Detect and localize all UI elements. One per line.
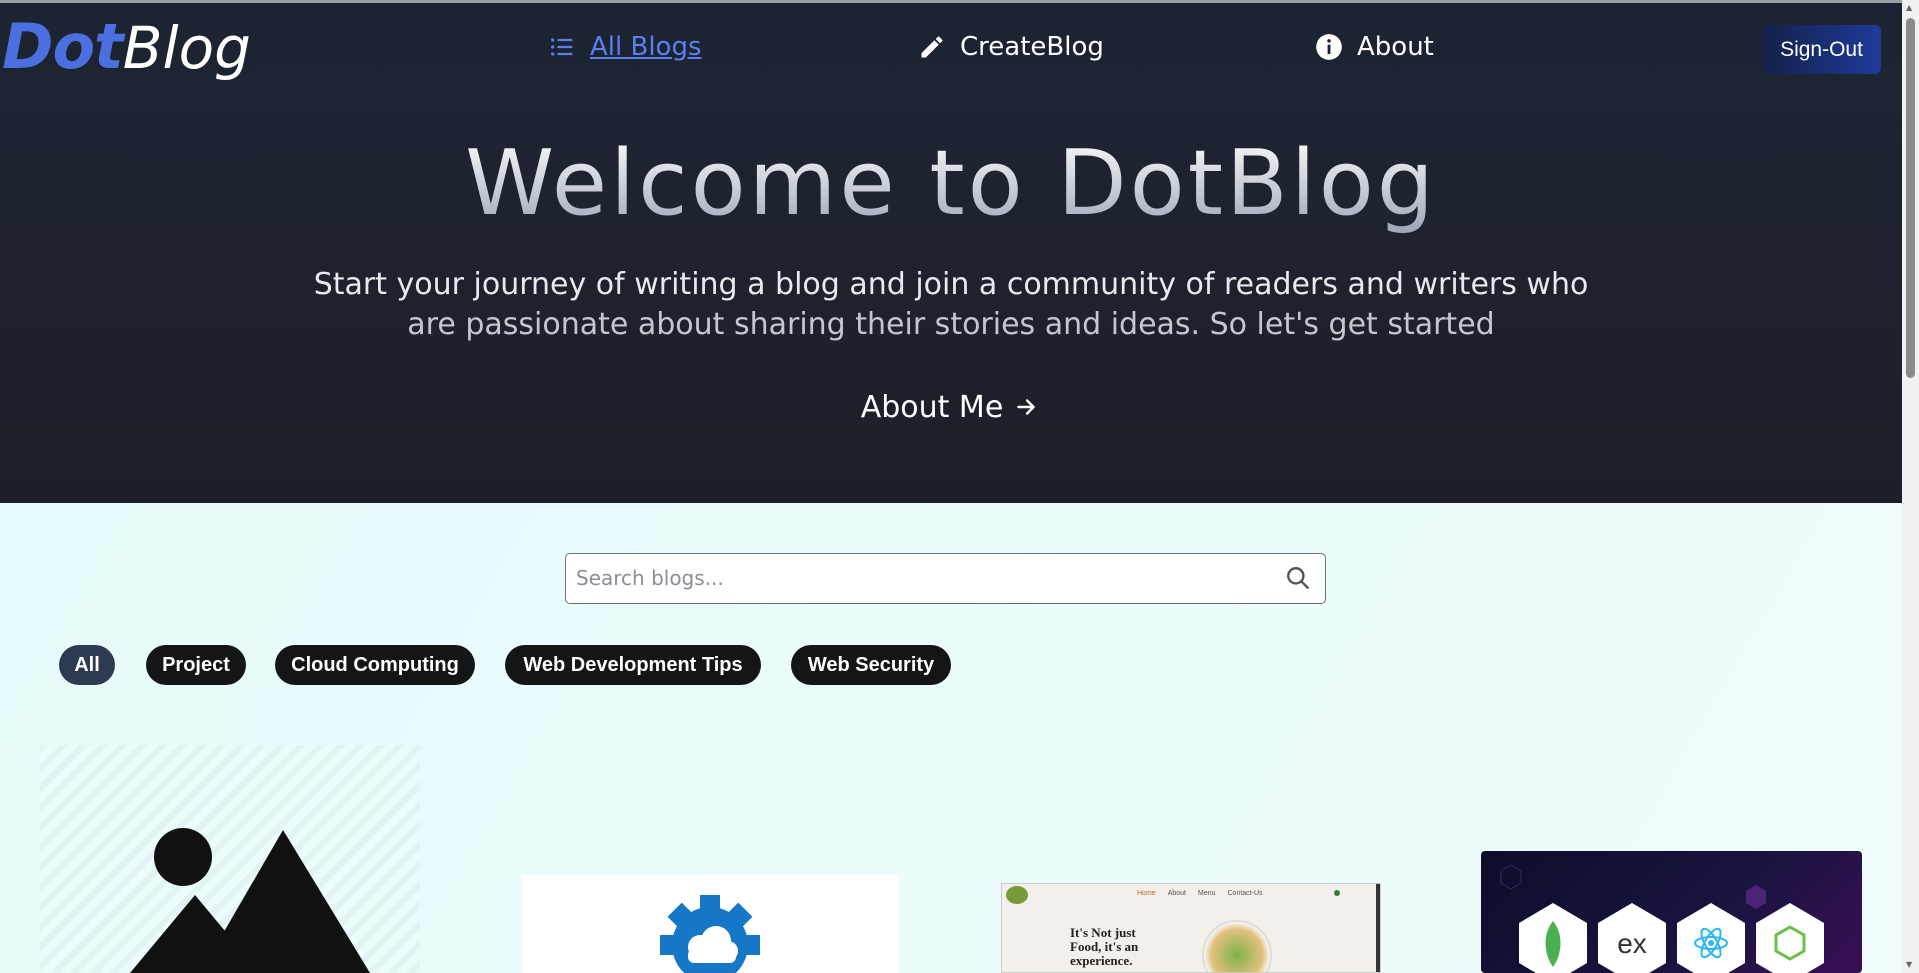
hero-subtitle: Start your journey of writing a blog and… bbox=[310, 265, 1592, 345]
search-icon[interactable] bbox=[1285, 565, 1311, 591]
food-menu-home: Home bbox=[1137, 890, 1156, 897]
hero-section: DotBlog All Blogs CreateBlog About Sign-… bbox=[0, 0, 1902, 503]
nav-about[interactable]: About bbox=[1315, 27, 1434, 67]
food-logo bbox=[1006, 886, 1028, 904]
hero-subtitle-line2: are passionate about sharing their stori… bbox=[407, 307, 1495, 342]
search-bar bbox=[565, 553, 1326, 604]
logo-dot: Dot bbox=[2, 10, 124, 83]
food-menu-about: About bbox=[1167, 890, 1186, 897]
hero-subtitle-line1: Start your journey of writing a blog and… bbox=[313, 267, 1589, 302]
about-me-link[interactable]: About Me bbox=[850, 385, 1050, 429]
food-site-menu: Home About Menu Contact-Us bbox=[1137, 890, 1263, 897]
main-content: All Project Cloud Computing Web Developm… bbox=[0, 503, 1902, 973]
nav-about-label: About bbox=[1357, 32, 1434, 62]
sign-out-button[interactable]: Sign-Out bbox=[1762, 25, 1881, 74]
nav-all-blogs[interactable]: All Blogs bbox=[548, 27, 702, 67]
about-me-label: About Me bbox=[860, 389, 1004, 425]
hero-title: Welcome to DotBlog bbox=[0, 131, 1902, 236]
nav-all-blogs-label: All Blogs bbox=[590, 32, 702, 62]
scroll-up-icon[interactable]: ▲ bbox=[1906, 3, 1915, 12]
page-scrollbar[interactable]: ▲ ▼ bbox=[1902, 0, 1919, 973]
cloud-gear-icon bbox=[660, 895, 760, 973]
blog-card-food-project[interactable]: Home About Menu Contact-Us It's Not just… bbox=[1001, 883, 1381, 973]
tag-all[interactable]: All bbox=[59, 645, 115, 685]
nav-create-blog[interactable]: CreateBlog bbox=[918, 27, 1104, 67]
food-menu-menu: Menu bbox=[1197, 890, 1216, 897]
search-input[interactable] bbox=[576, 554, 1266, 602]
nav-create-blog-label: CreateBlog bbox=[960, 32, 1104, 62]
arrow-right-icon bbox=[1017, 399, 1036, 415]
food-dot-icon bbox=[1334, 890, 1340, 896]
navbar: DotBlog All Blogs CreateBlog About Sign-… bbox=[0, 3, 1902, 93]
blog-card-mern-stack[interactable]: ex bbox=[1481, 851, 1862, 973]
scroll-down-icon[interactable]: ▼ bbox=[1906, 960, 1915, 969]
blog-card-image-placeholder[interactable] bbox=[40, 745, 420, 973]
blog-card-cloud-computing[interactable] bbox=[522, 875, 899, 973]
logo-blog: Blog bbox=[122, 14, 251, 82]
image-placeholder-icon bbox=[130, 828, 370, 973]
tag-web-security[interactable]: Web Security bbox=[791, 645, 951, 685]
info-icon bbox=[1316, 34, 1342, 60]
tag-project[interactable]: Project bbox=[146, 645, 246, 685]
tag-cloud-computing[interactable]: Cloud Computing bbox=[275, 645, 475, 685]
salad-bowl-image bbox=[1202, 920, 1272, 972]
food-card-edge bbox=[1376, 884, 1380, 972]
list-icon bbox=[551, 38, 573, 56]
pencil-icon bbox=[921, 36, 943, 58]
tag-web-development-tips[interactable]: Web Development Tips bbox=[505, 645, 761, 685]
express-label: ex bbox=[1617, 928, 1647, 959]
scrollbar-thumb[interactable] bbox=[1906, 18, 1915, 378]
logo[interactable]: DotBlog bbox=[2, 9, 251, 86]
mern-stack-icons: ex bbox=[1500, 864, 1824, 973]
food-menu-contact: Contact-Us bbox=[1227, 890, 1263, 897]
food-headline: It's Not just Food, it's an experience. bbox=[1070, 925, 1139, 968]
